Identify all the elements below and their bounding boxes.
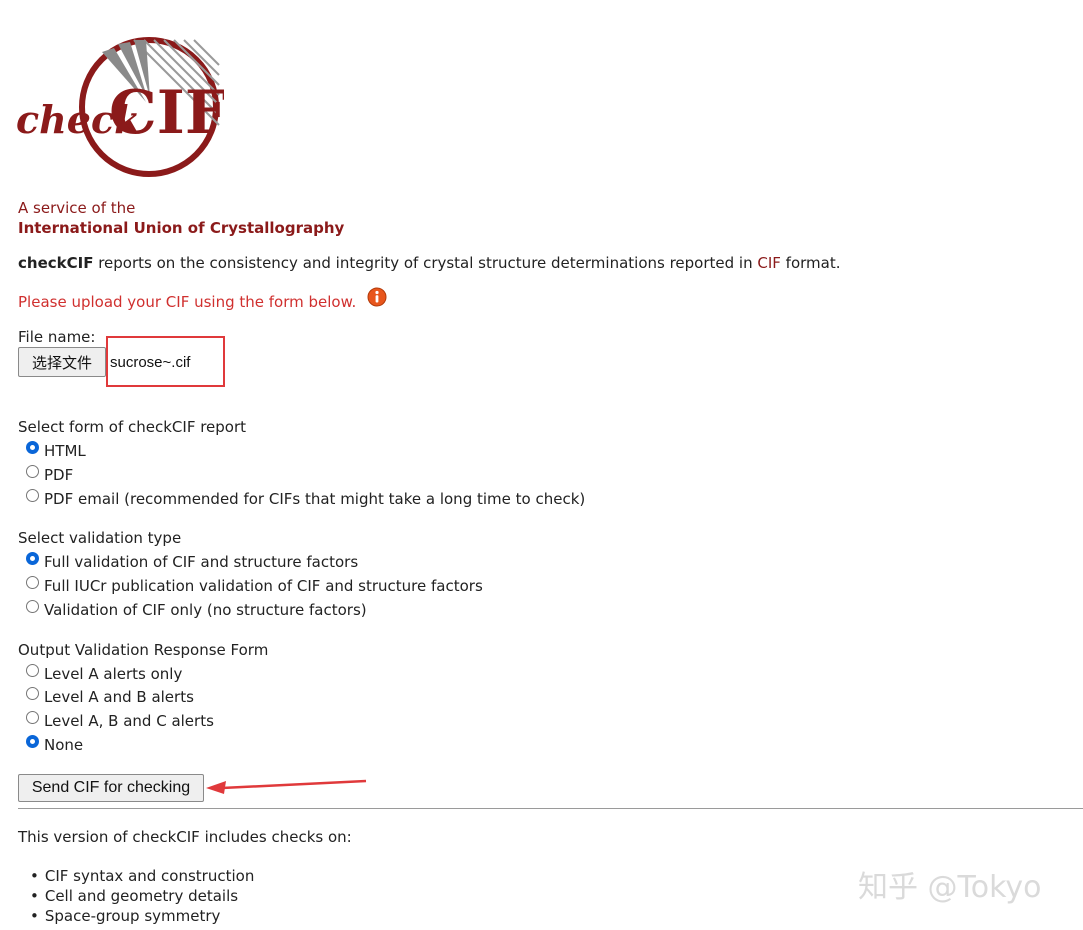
list-item: Cell and geometry details [30, 886, 254, 906]
watermark: 知乎 @Tokyo [858, 870, 1042, 905]
checks-title: This version of checkCIF includes checks… [18, 828, 352, 846]
validation-type-title: Select validation type [18, 529, 182, 547]
send-cif-button[interactable]: Send CIF for checking [18, 774, 204, 802]
annotation-arrow [204, 778, 369, 798]
radio-label-none: None [44, 736, 84, 754]
intro-suffix: format. [780, 254, 841, 272]
radio-level-a[interactable] [26, 664, 39, 677]
iucr-name: International Union of Crystallography [18, 219, 345, 237]
response-form-title: Output Validation Response Form [18, 641, 269, 659]
radio-label-pdf: PDF [44, 466, 74, 484]
radio-level-abc[interactable] [26, 711, 39, 724]
radio-label-full-validation: Full validation of CIF and structure fac… [44, 553, 359, 571]
logo-text-cif: CIF [109, 78, 224, 148]
checkcif-logo: check CIF [14, 30, 227, 185]
radio-report-pdf[interactable] [26, 465, 39, 478]
choose-file-button[interactable]: 选择文件 [18, 347, 106, 377]
radio-none[interactable] [26, 735, 39, 748]
upload-prompt: Please upload your CIF using the form be… [18, 293, 357, 311]
radio-iucr-validation[interactable] [26, 576, 39, 589]
radio-label-pdf-email: PDF email (recommended for CIFs that mig… [44, 490, 586, 508]
radio-level-ab[interactable] [26, 687, 39, 700]
radio-report-pdf-email[interactable] [26, 489, 39, 502]
intro-checkcif: checkCIF [18, 254, 94, 272]
list-item: Space-group symmetry [30, 906, 254, 926]
radio-full-validation[interactable] [26, 552, 39, 565]
radio-cif-only[interactable] [26, 600, 39, 613]
radio-report-html[interactable] [26, 441, 39, 454]
file-name-label: File name: [18, 328, 96, 346]
radio-label-level-a: Level A alerts only [44, 665, 183, 683]
section-divider [18, 808, 1083, 809]
report-form-title: Select form of checkCIF report [18, 418, 247, 436]
radio-label-level-abc: Level A, B and C alerts [44, 712, 214, 730]
cif-link[interactable]: CIF [757, 254, 781, 272]
intro-middle: reports on the consistency and integrity… [93, 254, 758, 272]
list-item: CIF syntax and construction [30, 866, 254, 886]
radio-label-level-ab: Level A and B alerts [44, 688, 194, 706]
radio-label-html: HTML [44, 442, 86, 460]
checks-list: CIF syntax and construction Cell and geo… [30, 866, 254, 926]
info-icon[interactable] [367, 287, 387, 307]
radio-label-iucr-validation: Full IUCr publication validation of CIF … [44, 577, 483, 595]
intro-text: checkCIF reports on the consistency and … [18, 254, 840, 272]
radio-label-cif-only: Validation of CIF only (no structure fac… [44, 601, 367, 619]
selected-file-name: sucrose~.cif [110, 354, 191, 371]
service-of-label: A service of the [18, 199, 136, 217]
